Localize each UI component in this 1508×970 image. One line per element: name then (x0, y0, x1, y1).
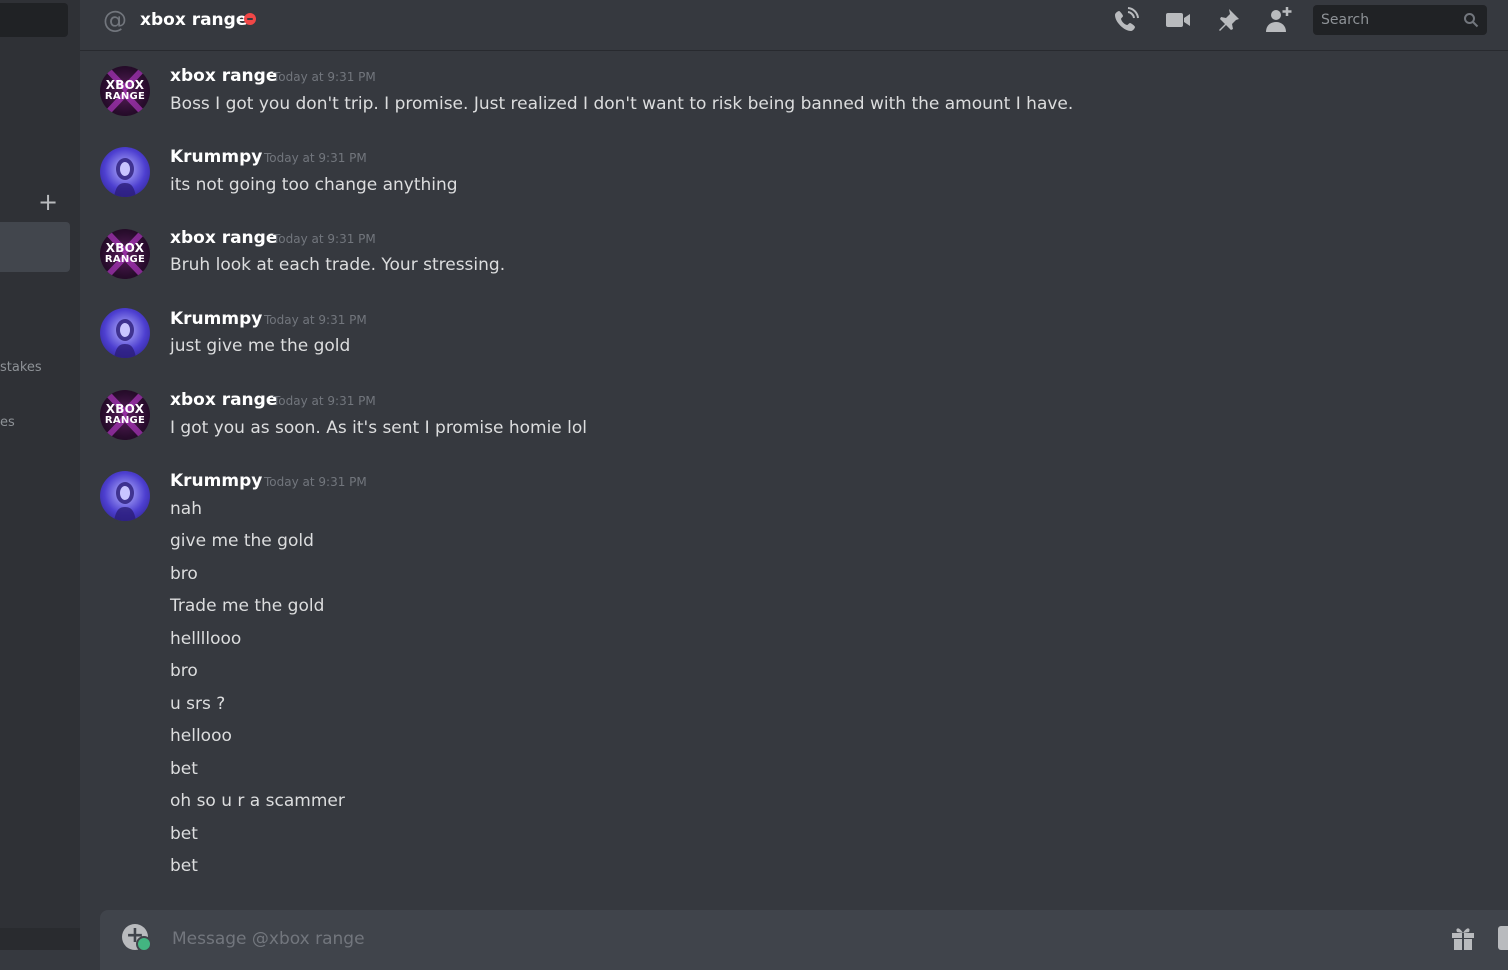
message-author[interactable]: Krummpy (170, 146, 262, 168)
avatar[interactable]: XBOX RANGE (100, 229, 150, 279)
avatar-text: RANGE (104, 415, 146, 426)
avatar[interactable] (100, 147, 150, 197)
message-text: hellllooo (170, 629, 242, 649)
upload-plus-icon[interactable] (122, 922, 152, 952)
sidebar-item-selected[interactable] (0, 222, 70, 272)
message-text: Trade me the gold (170, 596, 325, 616)
message-timestamp: Today at 9:31 PM (273, 394, 376, 408)
message-author[interactable]: xbox range (170, 227, 277, 249)
message-author[interactable]: Krummpy (170, 470, 262, 492)
avatar-text: XBOX (105, 78, 145, 92)
video-icon[interactable] (1164, 6, 1192, 34)
search-box[interactable] (1313, 5, 1487, 35)
add-dm-icon[interactable]: + (38, 188, 58, 216)
avatar-text: XBOX (105, 402, 145, 416)
message-timestamp: Today at 9:31 PM (264, 313, 367, 327)
message-author[interactable]: xbox range (170, 65, 277, 87)
message-text: oh so u r a scammer (170, 791, 345, 811)
channel-sidebar: + stakes es (0, 0, 80, 950)
search-icon (1463, 12, 1479, 28)
message-author[interactable]: Krummpy (170, 308, 262, 330)
message-text: give me the gold (170, 531, 314, 551)
sidebar-footer (0, 928, 80, 950)
avatar[interactable] (100, 471, 150, 521)
message-author[interactable]: xbox range (170, 389, 277, 411)
message-text: u srs ? (170, 694, 226, 714)
message-timestamp: Today at 9:31 PM (273, 232, 376, 246)
at-sign-icon: @ (103, 6, 127, 34)
message-text: Boss I got you don't trip. I promise. Ju… (170, 94, 1074, 114)
page-title: xbox range (140, 10, 248, 30)
message-text: just give me the gold (170, 336, 351, 356)
avatar-text: RANGE (104, 91, 146, 102)
avatar[interactable] (100, 308, 150, 358)
message-list: XBOX RANGE xbox range Today at 9:31 PM B… (80, 50, 1508, 910)
message-text: bro (170, 661, 198, 681)
channel-header: @ xbox range (80, 0, 1508, 50)
gift-icon[interactable] (1450, 924, 1476, 950)
message-composer (100, 910, 1508, 970)
avatar[interactable]: XBOX RANGE (100, 66, 150, 116)
message-text: hellooo (170, 726, 232, 746)
message-timestamp: Today at 9:31 PM (273, 70, 376, 84)
avatar-text: RANGE (104, 254, 146, 265)
message-text: nah (170, 499, 202, 519)
search-input[interactable] (1313, 5, 1461, 35)
pin-icon[interactable] (1214, 6, 1242, 34)
sidebar-item-fragment[interactable]: es (0, 415, 15, 430)
gif-picker-icon[interactable] (1498, 926, 1508, 950)
message-timestamp: Today at 9:31 PM (264, 151, 367, 165)
message-text: bet (170, 856, 198, 876)
add-friend-icon[interactable] (1264, 6, 1292, 34)
dnd-status-icon (244, 13, 256, 25)
message-text: Bruh look at each trade. Your stressing. (170, 255, 506, 275)
message-text: bet (170, 759, 198, 779)
sidebar-search-box[interactable] (0, 3, 68, 37)
sidebar-item-fragment[interactable]: stakes (0, 360, 42, 375)
message-text: I got you as soon. As it's sent I promis… (170, 418, 588, 438)
message-text: its not going too change anything (170, 175, 458, 195)
avatar[interactable]: XBOX RANGE (100, 390, 150, 440)
message-text: bro (170, 564, 198, 584)
avatar-text: XBOX (105, 241, 145, 255)
message-text: bet (170, 824, 198, 844)
call-icon[interactable] (1112, 6, 1140, 34)
message-timestamp: Today at 9:31 PM (264, 475, 367, 489)
